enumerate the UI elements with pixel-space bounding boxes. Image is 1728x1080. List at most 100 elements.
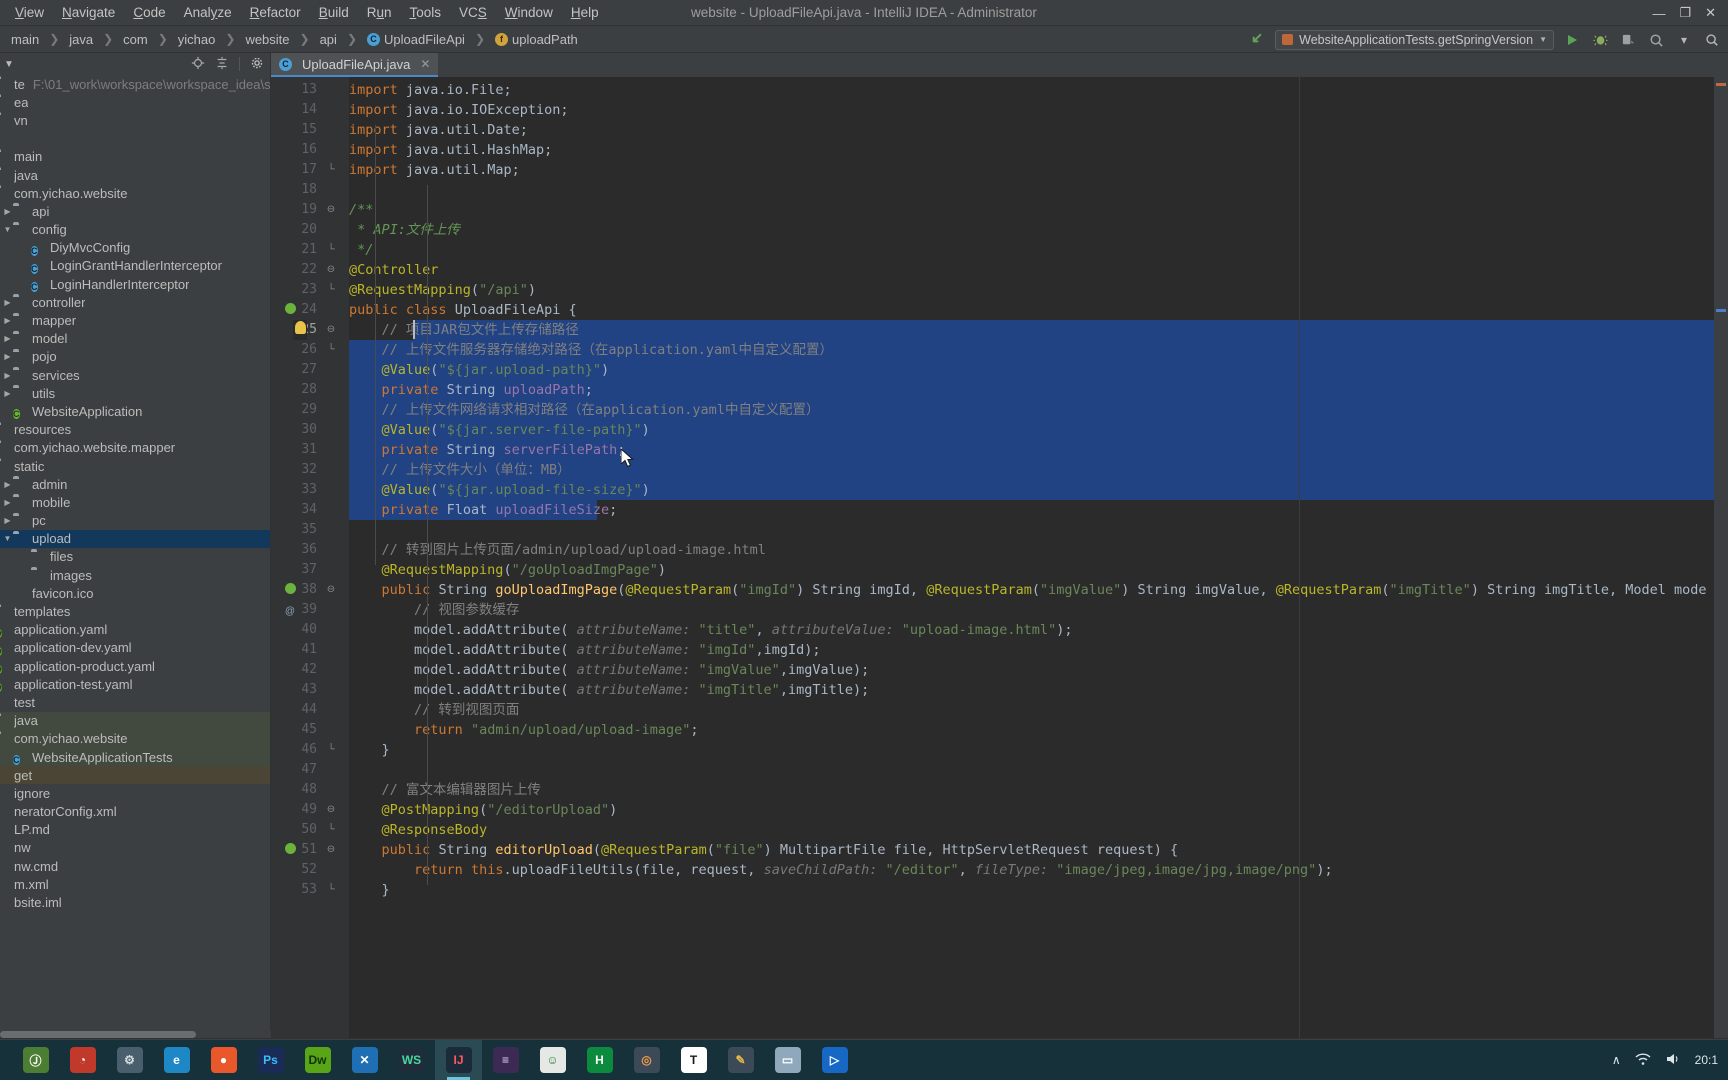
project-tree[interactable]: te F:\01_work\workspace\workspace_idea\sp… — [0, 75, 270, 1038]
menu-item-build[interactable]: Build — [310, 3, 358, 22]
menu-item-view[interactable]: View — [6, 3, 53, 22]
breadcrumb-item-yichao[interactable]: yichao — [175, 32, 219, 47]
code-line[interactable]: // 视图参数缓存 — [349, 600, 519, 620]
menu-item-refactor[interactable]: Refactor — [241, 3, 310, 22]
breadcrumb-item-api[interactable]: api — [317, 32, 340, 47]
code-line[interactable]: } — [349, 740, 390, 760]
locate-icon[interactable] — [191, 56, 205, 72]
chevron-right-icon[interactable]: ▶ — [2, 498, 13, 507]
taskbar-app-red-spiral-icon[interactable]: ◔ — [59, 1040, 106, 1080]
chevron-right-icon[interactable]: ▶ — [2, 371, 13, 380]
breadcrumb-item-com[interactable]: com — [120, 32, 151, 47]
chevron-right-icon[interactable]: ▶ — [2, 298, 13, 307]
taskbar-wechat-icon[interactable]: ☺ — [529, 1040, 576, 1080]
code-line[interactable]: import java.io.IOException; — [349, 100, 568, 120]
tree-item-blank[interactable] — [0, 130, 270, 148]
code-line[interactable]: public class UploadFileApi { — [349, 300, 577, 320]
tree-item-ea[interactable]: ea — [0, 93, 270, 111]
chevron-right-icon[interactable]: ▶ — [2, 480, 13, 489]
code-fold-marker[interactable]: ⊖ — [325, 260, 337, 280]
taskbar-app-h-green-icon[interactable]: H — [576, 1040, 623, 1080]
menu-item-help[interactable]: Help — [562, 3, 608, 22]
code-line[interactable]: public String goUploadImgPage(@RequestPa… — [349, 580, 1707, 600]
taskbar-dreamweaver-icon[interactable]: Dw — [294, 1040, 341, 1080]
tree-item-config[interactable]: ▼ config — [0, 221, 270, 239]
code-fold-marker[interactable]: ⊖ — [325, 200, 337, 220]
tree-item-pc[interactable]: ▶ pc — [0, 512, 270, 530]
tree-item-images[interactable]: images — [0, 566, 270, 584]
breadcrumb-item-main[interactable]: main — [8, 32, 42, 47]
code-line[interactable]: private String uploadPath; — [349, 380, 593, 400]
intention-bulb-icon[interactable] — [293, 320, 307, 340]
tree-item-lp-md[interactable]: LP.md — [0, 821, 270, 839]
menu-item-run[interactable]: Run — [358, 3, 401, 22]
tree-item-templates[interactable]: ▶templates — [0, 602, 270, 620]
code-line[interactable]: @PostMapping("/editorUpload") — [349, 800, 618, 820]
code-line[interactable]: model.addAttribute( attributeName: "titl… — [349, 620, 1072, 640]
code-line[interactable]: return "admin/upload/upload-image"; — [349, 720, 699, 740]
code-fold-marker[interactable]: └ — [325, 280, 337, 300]
code-fold-marker[interactable]: └ — [325, 240, 337, 260]
code-fold-marker[interactable]: ⊖ — [325, 320, 337, 340]
code-fold-marker[interactable]: └ — [325, 340, 337, 360]
tree-item-diymvcconfig[interactable]: C DiyMvcConfig — [0, 239, 270, 257]
tree-item-te[interactable]: te F:\01_work\workspace\workspace_idea\sp… — [0, 75, 270, 93]
code-line[interactable]: // 上传文件大小（单位：MB） — [349, 460, 571, 480]
chevron-down-icon[interactable]: ▼ — [2, 225, 13, 234]
tree-item-favicon-ico[interactable]: favicon.ico — [0, 584, 270, 602]
taskbar-typora-icon[interactable]: T — [670, 1040, 717, 1080]
gear-icon[interactable] — [250, 56, 264, 72]
code-line[interactable]: @Value("${jar.server-file-path}") — [349, 420, 650, 440]
stop-button[interactable]: ▾ — [1674, 30, 1694, 50]
code-line[interactable]: import java.util.HashMap; — [349, 140, 552, 160]
taskbar-app-pencil-icon[interactable]: ✎ — [717, 1040, 764, 1080]
taskbar-photoshop-icon[interactable]: Ps — [247, 1040, 294, 1080]
taskbar-app-video-icon[interactable]: ▷ — [811, 1040, 858, 1080]
tree-item-m-xml[interactable]: m.xml — [0, 875, 270, 893]
code-line[interactable]: return this.uploadFileUtils(file, reques… — [349, 860, 1333, 880]
spring-bean-gutter-icon[interactable] — [283, 840, 297, 860]
tree-item-com-yichao-website[interactable]: ▼com.yichao.website — [0, 729, 270, 748]
code-line[interactable]: // 富文本编辑器图片上传 — [349, 780, 541, 800]
tray-chevron-icon[interactable]: ∧ — [1612, 1053, 1621, 1067]
tree-item-mapper[interactable]: ▶ mapper — [0, 311, 270, 329]
code-fold-marker[interactable]: └ — [325, 820, 337, 840]
tree-item-application-yaml[interactable]: ⚙ application.yaml — [0, 621, 270, 639]
run-button[interactable] — [1562, 30, 1582, 50]
project-horizontal-scrollbar[interactable] — [0, 1031, 271, 1038]
tree-item-java[interactable]: java — [0, 711, 270, 730]
code-text[interactable]: import java.io.File; import java.io.IOExc… — [349, 77, 1714, 1038]
tree-item-com-yichao-website[interactable]: ▼com.yichao.website — [0, 184, 270, 202]
tree-item-application-test-yaml[interactable]: ⚙ application-test.yaml — [0, 675, 270, 693]
code-line[interactable]: // 上传文件网络请求相对路径（在application.yaml中自定义配置） — [349, 400, 820, 420]
code-line[interactable]: private String serverFilePath; — [349, 440, 626, 460]
tree-item-utils[interactable]: ▶ utils — [0, 384, 270, 402]
taskbar-app-purple-disc-icon[interactable]: ≡ — [482, 1040, 529, 1080]
code-fold-marker[interactable]: └ — [325, 160, 337, 180]
tree-item-main[interactable]: main — [0, 148, 270, 166]
breadcrumb-item-website[interactable]: website — [242, 32, 292, 47]
tree-item-ignore[interactable]: ignore — [0, 784, 270, 802]
tree-item-nw-cmd[interactable]: nw.cmd — [0, 857, 270, 875]
tree-item-websiteapplication[interactable]: C WebsiteApplication — [0, 402, 270, 420]
code-line[interactable]: */ — [349, 240, 373, 260]
tree-item-loginhandlerinterceptor[interactable]: C LoginHandlerInterceptor — [0, 275, 270, 293]
collapse-all-icon[interactable] — [215, 56, 229, 72]
menu-item-code[interactable]: Code — [124, 3, 174, 22]
chevron-down-icon[interactable]: ▼ — [4, 59, 14, 70]
maximize-button[interactable]: ❐ — [1679, 5, 1691, 21]
spring-bean-gutter-icon[interactable]: @ — [283, 580, 297, 617]
tree-item-mobile[interactable]: ▶ mobile — [0, 493, 270, 511]
tree-item-upload[interactable]: ▼ upload — [0, 529, 270, 548]
menu-item-window[interactable]: Window — [496, 3, 562, 22]
menu-item-navigate[interactable]: Navigate — [53, 3, 124, 22]
search-icon[interactable] — [1247, 30, 1267, 50]
code-line[interactable]: @Value("${jar.upload-path}") — [349, 360, 610, 380]
chevron-right-icon[interactable]: ▶ — [2, 516, 13, 525]
breadcrumb-item-uploadpath[interactable]: f uploadPath — [492, 32, 581, 47]
chevron-right-icon[interactable]: ▶ — [2, 334, 13, 343]
code-fold-marker[interactable]: ⊖ — [325, 800, 337, 820]
taskbar-app-steam-icon[interactable]: ⚙ — [106, 1040, 153, 1080]
code-editor[interactable]: 13 14 15 16 17 └ 18 19 ⊖ 20 21 └ 22 ⊖ 23 └ 24 25 ⊖ 26 └ 27 28 2… — [271, 77, 1728, 1038]
editor-error-stripe[interactable] — [1714, 77, 1728, 1038]
